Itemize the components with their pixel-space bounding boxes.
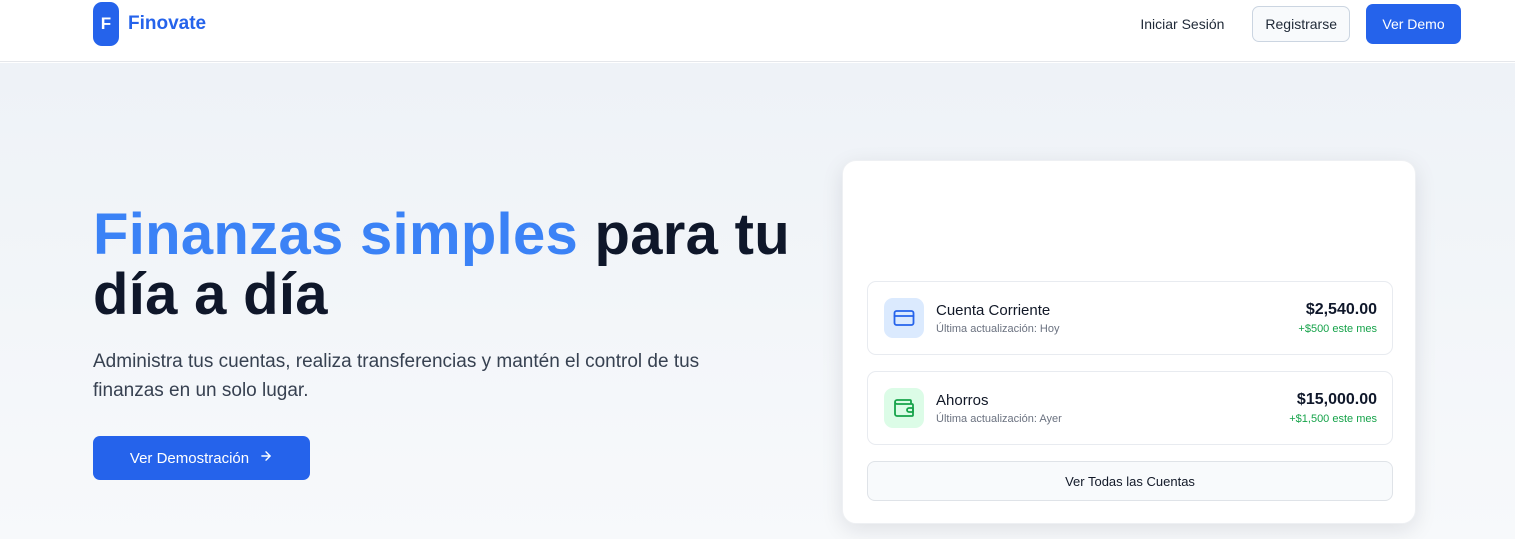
view-all-accounts-button[interactable]: Ver Todas las Cuentas [867,461,1393,501]
account-name: Cuenta Corriente [936,302,1051,319]
account-item-checking[interactable]: Cuenta Corriente Última actualización: H… [867,281,1393,355]
account-balance: $2,540.00 [1305,301,1377,318]
account-name: Ahorros [936,392,989,409]
hero-title: Finanzas simples para tu día a día [93,205,813,325]
view-demo-button[interactable]: Ver Demostración [93,436,310,480]
brand-logo-link[interactable]: F Finovate [93,2,206,46]
arrow-right-icon [259,449,273,468]
view-demo-label: Ver Demostración [129,449,250,467]
hero-title-accent: Finanzas simples [93,202,579,267]
nav-actions: Iniciar Sesión Registrarse Ver Demo [1140,4,1461,44]
accounts-card: Cuenta Corriente Última actualización: H… [842,160,1416,524]
credit-card-icon [884,298,924,338]
demo-button[interactable]: Ver Demo [1366,4,1461,44]
account-change: +$1,500 este mes [1289,413,1377,425]
top-navbar: F Finovate Iniciar Sesión Registrarse Ve… [0,0,1515,62]
hero-subtitle: Administra tus cuentas, realiza transfer… [93,351,700,401]
account-updated: Última actualización: Hoy [936,323,1060,335]
brand-name: Finovate [128,13,207,34]
account-balance: $15,000.00 [1296,391,1377,408]
hero-section: Finanzas simples para tu día a día Admin… [0,63,1515,539]
account-change: +$500 este mes [1298,323,1377,335]
account-item-savings[interactable]: Ahorros Última actualización: Ayer $15,0… [867,371,1393,445]
brand-logo-mark: F [93,2,119,46]
login-link[interactable]: Iniciar Sesión [1140,16,1224,32]
account-updated: Última actualización: Ayer [936,413,1062,425]
register-button[interactable]: Registrarse [1252,6,1350,42]
wallet-icon [884,388,924,428]
